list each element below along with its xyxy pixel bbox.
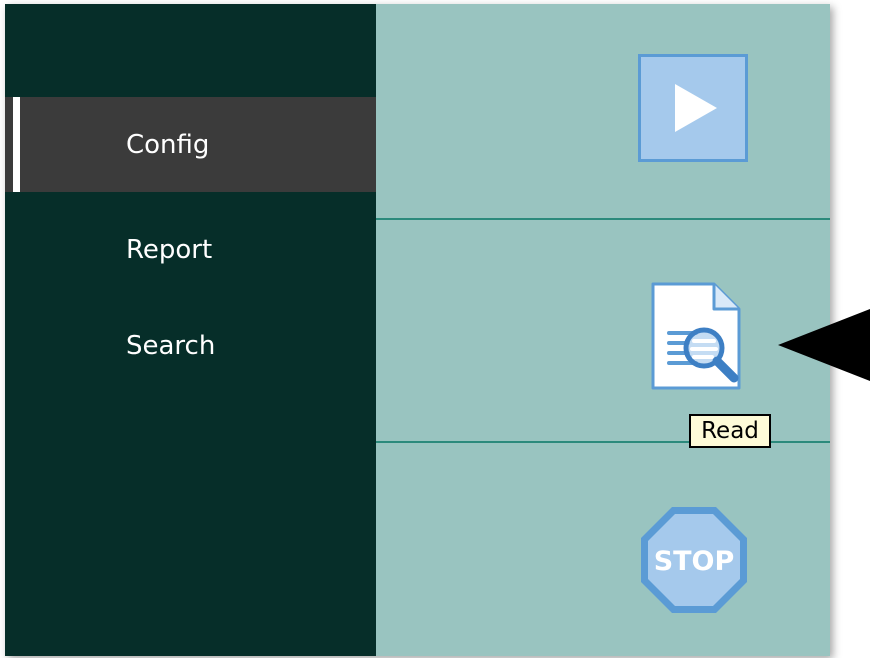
stop-label: STOP (654, 546, 735, 577)
sidebar-item-report[interactable]: Report (5, 202, 376, 297)
app-window: Config Report Search STOP (5, 4, 830, 656)
read-button[interactable] (644, 281, 746, 391)
stop-sign-icon: STOP (641, 507, 747, 613)
tooltip-text: Read (701, 418, 759, 444)
sidebar-item-label: Report (126, 234, 213, 265)
pointer-arrow-icon (778, 309, 870, 381)
sidebar-item-search[interactable]: Search (5, 298, 376, 393)
screen: Config Report Search STOP Read (0, 0, 872, 658)
sidebar-item-label: Search (126, 330, 216, 361)
sidebar-item-label: Config (126, 129, 210, 160)
sidebar-item-config[interactable]: Config (5, 97, 376, 192)
stop-button[interactable]: STOP (638, 504, 750, 616)
play-button[interactable] (638, 54, 748, 162)
tool-panel: STOP (376, 4, 830, 656)
document-search-icon (651, 282, 741, 390)
play-icon (675, 84, 717, 132)
sidebar: Config Report Search (5, 4, 376, 656)
tooltip: Read (689, 414, 771, 448)
divider (376, 218, 830, 220)
